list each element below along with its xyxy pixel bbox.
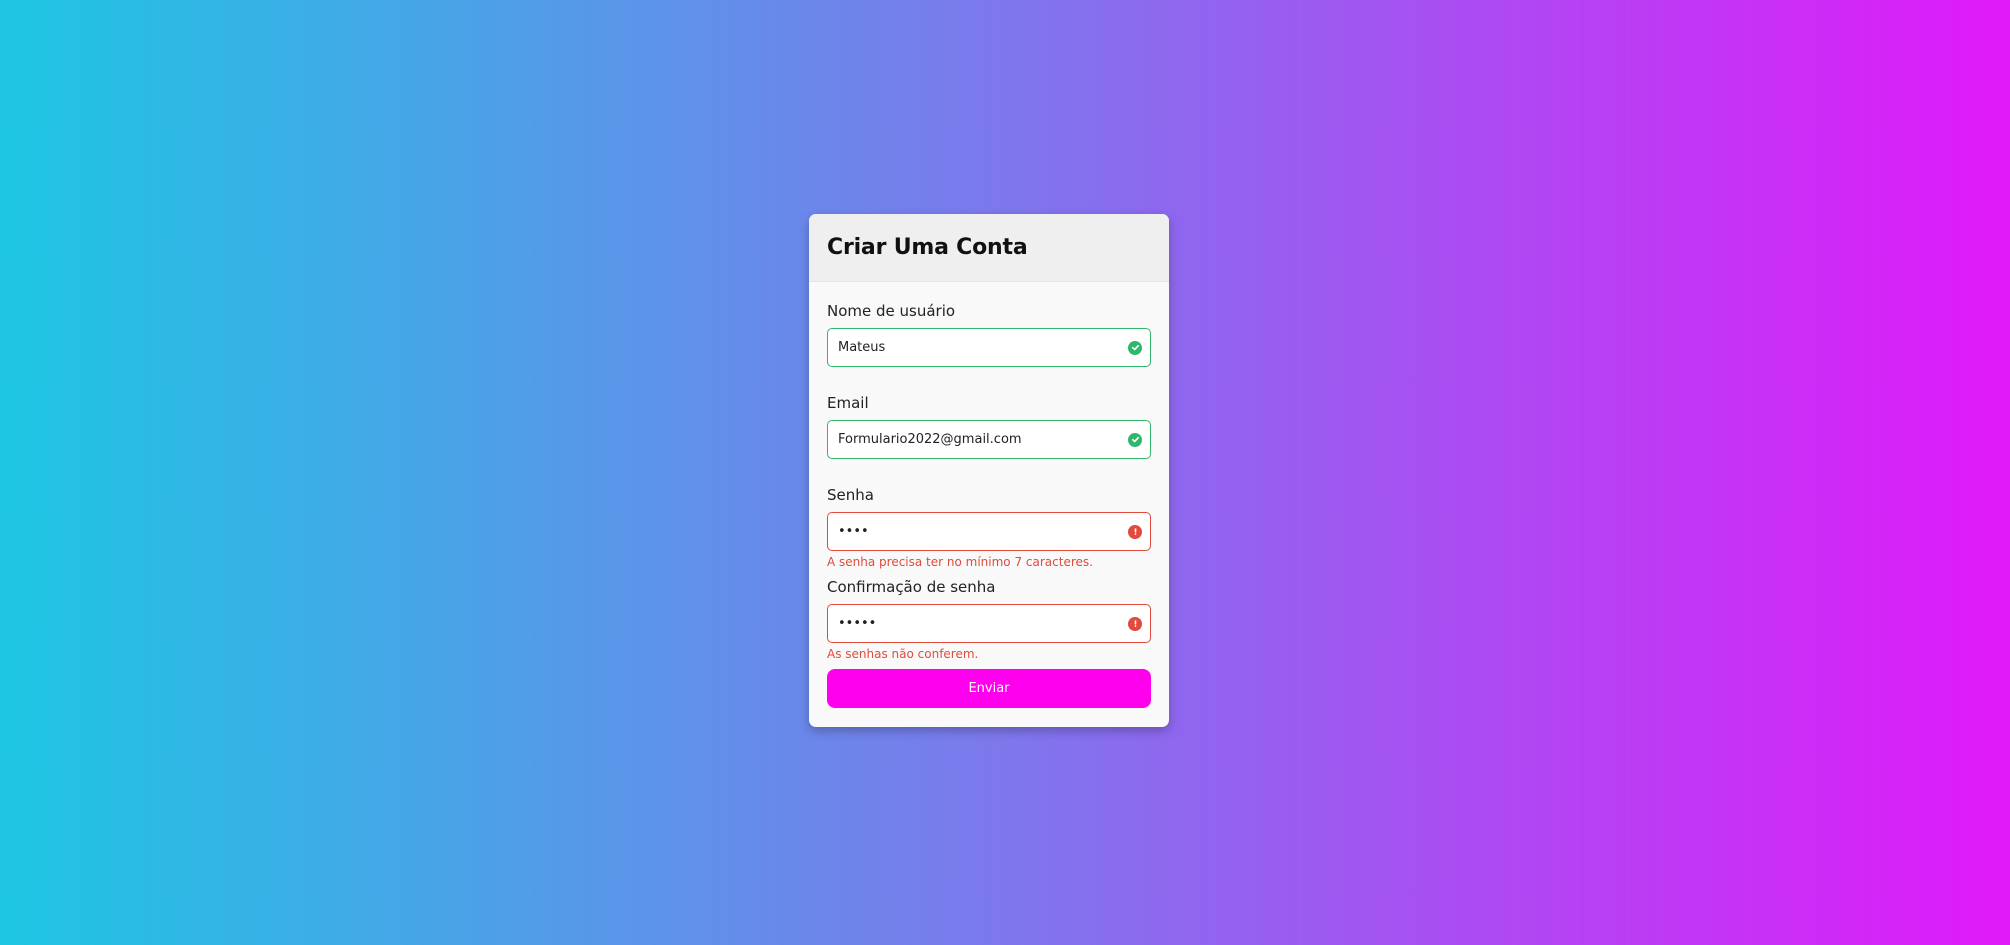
password-label: Senha — [827, 486, 874, 504]
username-input-wrapper — [827, 328, 1151, 367]
username-field-group: Nome de usuário — [827, 300, 1151, 367]
password-confirm-field-group: Confirmação de senha As senhas não confe… — [827, 576, 1151, 662]
password-error-message: A senha precisa ter no mínimo 7 caracter… — [827, 555, 1093, 569]
password-field-group: Senha A senha precisa ter no mínimo 7 ca… — [827, 484, 1151, 570]
password-confirm-input-wrapper — [827, 604, 1151, 643]
password-input-wrapper — [827, 512, 1151, 551]
username-label: Nome de usuário — [827, 302, 956, 320]
email-input-wrapper — [827, 420, 1151, 459]
password-input[interactable] — [828, 513, 1108, 550]
card-header: Criar Uma Conta — [809, 214, 1169, 282]
check-circle-icon — [1128, 432, 1142, 447]
signup-card: Criar Uma Conta Nome de usuário Email Se… — [809, 214, 1169, 727]
email-field-group: Email — [827, 392, 1151, 459]
form-title: Criar Uma Conta — [827, 235, 1028, 260]
username-input[interactable] — [828, 329, 1108, 366]
submit-button[interactable]: Enviar — [827, 669, 1151, 708]
password-confirm-error-message: As senhas não conferem. — [827, 647, 979, 661]
password-confirm-input[interactable] — [828, 605, 1108, 642]
check-circle-icon — [1128, 340, 1142, 355]
email-label: Email — [827, 394, 869, 412]
password-confirm-label: Confirmação de senha — [827, 578, 996, 596]
exclamation-circle-icon — [1128, 616, 1142, 631]
exclamation-circle-icon — [1128, 524, 1142, 539]
email-input[interactable] — [828, 421, 1108, 458]
